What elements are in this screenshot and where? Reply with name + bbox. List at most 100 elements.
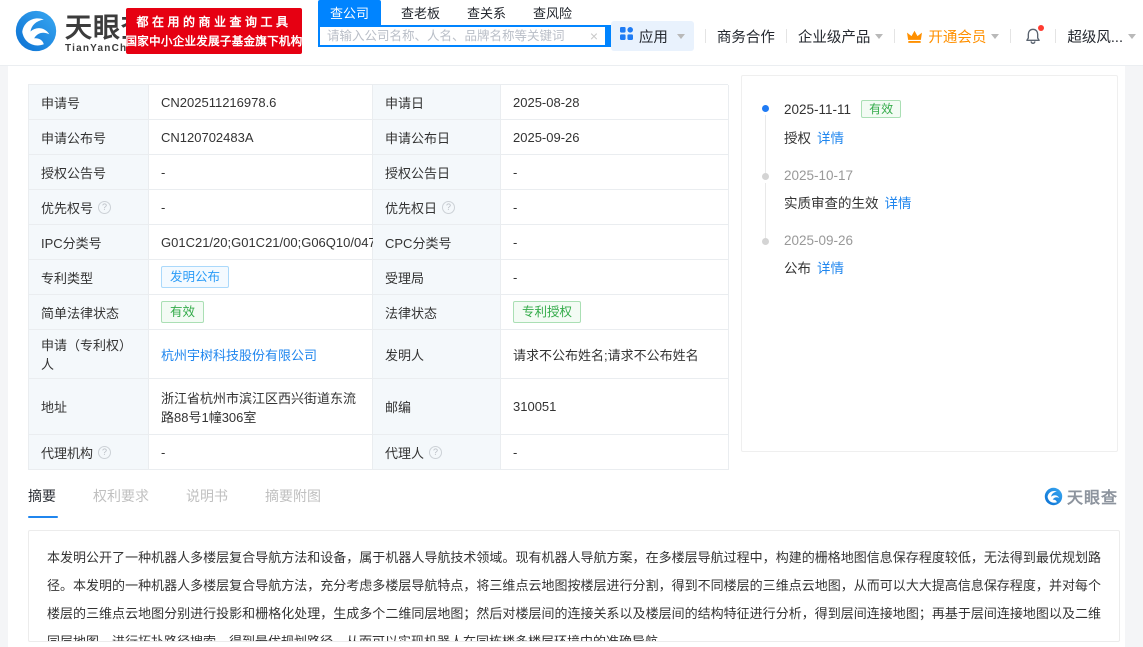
tianyancha-logo-icon xyxy=(14,9,58,58)
tab-权利要求[interactable]: 权利要求 xyxy=(93,486,149,518)
table-label: 授权公告日 xyxy=(373,155,501,190)
table-value: - xyxy=(501,155,729,190)
apps-menu[interactable]: 应用 xyxy=(611,21,694,51)
table-label: 代理人? xyxy=(373,435,501,470)
table-value: 310051 xyxy=(501,379,729,435)
help-icon[interactable]: ? xyxy=(98,446,111,459)
chevron-down-icon xyxy=(875,34,883,39)
timeline-item-2: 2025-09-26公布详情 xyxy=(762,233,1097,277)
abstract-text: 本发明公开了一种机器人多楼层复合导航方法和设备，属于机器人导航技术领域。现有机器… xyxy=(47,544,1101,642)
table-value: 2025-08-28 xyxy=(501,85,729,120)
help-icon[interactable]: ? xyxy=(442,201,455,214)
table-value: - xyxy=(149,435,373,470)
search-tab-3[interactable]: 查风险 xyxy=(533,3,572,25)
table-value: 浙江省杭州市滨江区西兴街道东流路88号1幢306室 xyxy=(149,379,373,435)
table-value: 请求不公布姓名;请求不公布姓名 xyxy=(501,330,729,379)
tab-摘要[interactable]: 摘要 xyxy=(28,486,56,518)
slogan-line2: 国家中小企业发展子基金旗下机构 xyxy=(126,33,303,49)
timeline-date: 2025-10-17 xyxy=(784,168,853,183)
watermark-logo-icon xyxy=(1044,487,1063,506)
patent-table: 申请号CN202511216978.6申请日2025-08-28申请公布号CN1… xyxy=(28,84,728,470)
table-label: 法律状态 xyxy=(373,295,501,330)
help-icon[interactable]: ? xyxy=(98,201,111,214)
apps-grid-icon xyxy=(620,27,633,45)
top-header: 天眼查 TianYanCha.com 都在用的商业查询工具 国家中小企业发展子基… xyxy=(0,0,1143,66)
nav-business-cooperation[interactable]: 商务合作 xyxy=(717,26,775,47)
legal-status-timeline: 2025-11-11有效授权详情2025-10-17实质审查的生效详情2025-… xyxy=(741,75,1118,452)
table-value: 杭州宇树科技股份有限公司 xyxy=(149,330,373,379)
slogan-line1: 都在用的商业查询工具 xyxy=(136,13,291,30)
table-value: CN120702483A xyxy=(149,120,373,155)
vip-label: 开通会员 xyxy=(928,26,986,47)
table-value: - xyxy=(149,190,373,225)
tab-说明书[interactable]: 说明书 xyxy=(186,486,228,518)
table-label: 发明人 xyxy=(373,330,501,379)
brand-slogan-badge: 都在用的商业查询工具 国家中小企业发展子基金旗下机构 xyxy=(126,8,302,54)
table-value: 专利授权 xyxy=(501,295,729,330)
nav-divider xyxy=(894,29,895,43)
crown-icon xyxy=(906,29,923,44)
watermark-label: 天眼查 xyxy=(1067,484,1118,508)
table-value: 有效 xyxy=(149,295,373,330)
table-label: 申请（专利权）人 xyxy=(29,330,149,379)
main-content-card: 申请号CN202511216978.6申请日2025-08-28申请公布号CN1… xyxy=(8,66,1125,647)
super-risk-label: 超级风... xyxy=(1067,26,1123,47)
table-label: 代理机构? xyxy=(29,435,149,470)
table-value: - xyxy=(501,190,729,225)
search-tab-2[interactable]: 查关系 xyxy=(467,3,506,25)
table-value: - xyxy=(501,225,729,260)
enterprise-label: 企业级产品 xyxy=(798,26,871,47)
nav-super-risk[interactable]: 超级风... xyxy=(1067,26,1136,47)
timeline-dot xyxy=(762,238,769,245)
search-input[interactable] xyxy=(327,29,590,43)
status-badge: 专利授权 xyxy=(513,301,581,324)
company-link[interactable]: 杭州宇树科技股份有限公司 xyxy=(161,345,317,364)
timeline-date: 2025-09-26 xyxy=(784,233,853,248)
table-label: 优先权日? xyxy=(373,190,501,225)
table-label: 简单法律状态 xyxy=(29,295,149,330)
timeline-event: 实质审查的生效 xyxy=(784,196,879,211)
timeline-event: 授权 xyxy=(784,131,811,146)
timeline-item-0: 2025-11-11 有效授权详情 xyxy=(762,100,1097,147)
search-tab-1[interactable]: 查老板 xyxy=(401,3,440,25)
timeline-dot xyxy=(762,105,769,112)
table-value: - xyxy=(149,155,373,190)
nav-open-vip[interactable]: 开通会员 xyxy=(906,26,999,47)
nav-enterprise-products[interactable]: 企业级产品 xyxy=(798,26,884,47)
nav-divider xyxy=(705,29,706,43)
search-box: × xyxy=(318,25,607,47)
status-badge: 有效 xyxy=(161,301,204,324)
timeline-detail-link[interactable]: 详情 xyxy=(817,261,844,276)
nav-divider xyxy=(1055,29,1056,43)
search-tab-0[interactable]: 查公司 xyxy=(318,0,381,25)
table-label: IPC分类号 xyxy=(29,225,149,260)
table-label: 授权公告号 xyxy=(29,155,149,190)
notification-dot xyxy=(1038,25,1044,31)
table-value: G01C21/20;G01C21/00;G06Q10/047 xyxy=(149,225,373,260)
clear-icon[interactable]: × xyxy=(590,29,598,43)
table-label: 申请公布日 xyxy=(373,120,501,155)
table-label: 申请公布号 xyxy=(29,120,149,155)
notification-bell-icon[interactable] xyxy=(1024,27,1042,45)
content-tabs: 摘要 权利要求 说明书 摘要附图 xyxy=(28,486,358,518)
nav-divider xyxy=(786,29,787,43)
table-label: 专利类型 xyxy=(29,260,149,295)
table-value: - xyxy=(501,435,729,470)
table-value: 发明公布 xyxy=(149,260,373,295)
timeline-detail-link[interactable]: 详情 xyxy=(817,131,844,146)
table-label: 申请日 xyxy=(373,85,501,120)
timeline-item-1: 2025-10-17 实质审查的生效详情 xyxy=(762,168,1097,212)
apps-label: 应用 xyxy=(639,26,668,47)
header-nav: 应用 商务合作 企业级产品 开通会员 xyxy=(611,21,1136,51)
tianyancha-watermark: 天眼查 xyxy=(1044,484,1118,508)
table-label: 受理局 xyxy=(373,260,501,295)
table-value: - xyxy=(501,260,729,295)
timeline-date: 2025-11-11 xyxy=(784,102,851,117)
table-label: 优先权号? xyxy=(29,190,149,225)
timeline-status-badge: 有效 xyxy=(861,100,901,118)
help-icon[interactable]: ? xyxy=(429,446,442,459)
chevron-down-icon xyxy=(1128,34,1136,39)
timeline-detail-link[interactable]: 详情 xyxy=(885,196,912,211)
nav-divider xyxy=(1010,29,1011,43)
tab-摘要附图[interactable]: 摘要附图 xyxy=(265,486,321,518)
